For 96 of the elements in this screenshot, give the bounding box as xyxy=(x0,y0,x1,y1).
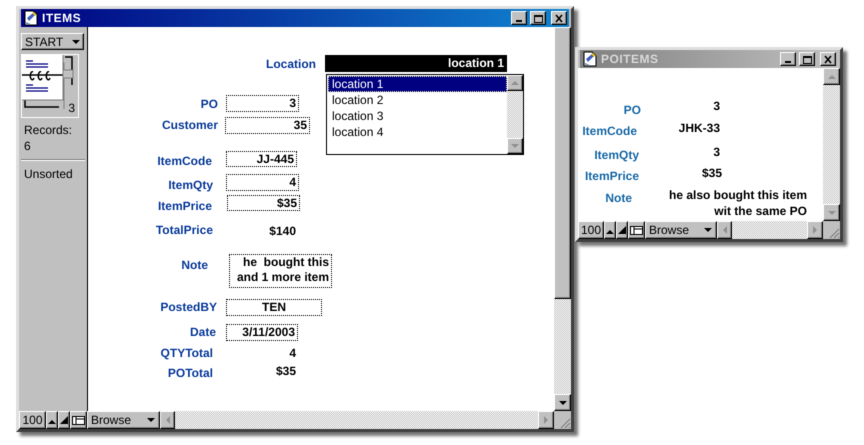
input-field[interactable]: 3/11/2003 xyxy=(226,324,298,341)
scroll-down-button[interactable] xyxy=(507,138,523,154)
maximize-icon xyxy=(802,54,812,64)
input-field[interactable]: TEN xyxy=(226,299,322,316)
input-field[interactable]: he bought this and 1 more item xyxy=(229,254,332,288)
scroll-left-button[interactable] xyxy=(160,411,175,429)
value-text: 4 xyxy=(288,345,297,361)
minimize-icon xyxy=(785,61,791,63)
minimize-button[interactable] xyxy=(780,52,796,66)
mode-dropdown[interactable]: Browse xyxy=(645,221,717,239)
sort-status: Unsorted xyxy=(24,167,74,181)
field-label: ItemQty xyxy=(168,177,213,193)
up-arrow-icon xyxy=(828,74,836,78)
scroll-up-button[interactable] xyxy=(507,75,523,91)
list-option[interactable]: location 4 xyxy=(328,124,507,140)
scroll-up-button[interactable] xyxy=(823,68,840,85)
window-title: ITEMS xyxy=(42,11,82,25)
scroll-left-button[interactable] xyxy=(717,221,732,239)
location-field[interactable]: location 1 xyxy=(325,55,507,72)
down-arrow-icon xyxy=(511,144,519,148)
value-text: 3 xyxy=(712,144,721,160)
field-label: PO xyxy=(624,102,641,118)
minimize-icon xyxy=(516,20,522,22)
up-arrow-icon xyxy=(511,81,519,85)
mode-dropdown[interactable]: Browse xyxy=(87,411,160,429)
window-icon xyxy=(630,225,643,235)
scroll-right-button[interactable] xyxy=(807,221,823,239)
scroll-down-button[interactable] xyxy=(554,394,571,411)
field-label: ItemCode xyxy=(157,153,212,169)
value-text: 3 xyxy=(712,98,721,114)
field-label: Note xyxy=(605,190,632,206)
status-area-button[interactable] xyxy=(628,221,645,239)
field-label: ItemQty xyxy=(594,147,639,163)
minimize-button[interactable] xyxy=(511,11,527,25)
window-title: POITEMS xyxy=(601,52,660,66)
scroll-thumb[interactable] xyxy=(554,27,571,299)
input-field[interactable]: 35 xyxy=(225,117,310,134)
window-icon xyxy=(72,415,85,425)
maximize-button[interactable] xyxy=(799,52,815,66)
maximize-button[interactable] xyxy=(530,11,546,25)
value-text: he also bought this item wit the same PO xyxy=(668,187,808,219)
zoom-button[interactable]: 100 xyxy=(19,411,46,429)
close-button[interactable] xyxy=(551,11,567,25)
close-icon xyxy=(554,14,564,22)
value-text: JHK-33 xyxy=(678,120,721,136)
caret-icon xyxy=(704,228,712,232)
scroll-right-button[interactable] xyxy=(538,411,554,429)
maximize-icon xyxy=(533,14,543,22)
field-label: Customer xyxy=(162,117,218,133)
caret-icon xyxy=(147,418,155,422)
large-mountain-icon xyxy=(59,415,69,425)
resize-grip-icon[interactable] xyxy=(559,417,571,429)
list-option[interactable]: location 3 xyxy=(328,108,507,124)
field-label: PO xyxy=(200,96,218,112)
value-text: $35 xyxy=(700,165,723,181)
field-label: Location xyxy=(266,56,316,72)
field-label: POTotal xyxy=(168,365,213,381)
value-text: $35 xyxy=(274,363,297,379)
zoom-in-button[interactable] xyxy=(58,411,70,429)
field-label: QTYTotal xyxy=(160,345,213,361)
list-option[interactable]: location 1 xyxy=(328,76,507,92)
input-field[interactable]: $35 xyxy=(227,195,300,211)
zoom-button[interactable]: 100 xyxy=(578,221,604,239)
zoom-out-button[interactable] xyxy=(46,411,58,429)
field-label: ItemPrice xyxy=(158,198,212,214)
close-icon xyxy=(823,54,833,64)
scroll-down-button[interactable] xyxy=(823,204,840,221)
layout-dropdown[interactable]: START xyxy=(21,33,84,50)
large-mountain-icon xyxy=(617,225,627,235)
right-arrow-icon xyxy=(544,416,548,424)
status-area-button[interactable] xyxy=(70,411,87,429)
field-label: TotalPrice xyxy=(156,222,213,238)
down-arrow-icon xyxy=(558,400,566,404)
down-arrow-icon xyxy=(828,210,836,214)
records-count: 6 xyxy=(24,138,32,154)
input-field[interactable]: 3 xyxy=(226,95,299,112)
left-arrow-icon xyxy=(722,226,726,234)
document-icon xyxy=(23,10,39,26)
right-arrow-icon xyxy=(813,226,817,234)
input-field[interactable]: 4 xyxy=(226,174,299,191)
field-label: PostedBY xyxy=(160,299,217,315)
value-text: $140 xyxy=(268,223,297,239)
record-number: 3 xyxy=(68,101,75,115)
caret-icon xyxy=(72,40,80,44)
zoom-in-button[interactable] xyxy=(616,221,628,239)
field-label: ItemCode xyxy=(582,123,637,139)
field-label: ItemPrice xyxy=(584,168,639,184)
field-label: Date xyxy=(190,324,216,340)
records-label: Records: xyxy=(24,122,74,138)
field-label: Note xyxy=(181,257,208,273)
zoom-out-button[interactable] xyxy=(604,221,616,239)
close-button[interactable] xyxy=(820,52,836,66)
list-option[interactable]: location 2 xyxy=(328,92,507,108)
left-arrow-icon xyxy=(166,416,170,424)
resize-grip-icon[interactable] xyxy=(828,227,840,239)
input-field[interactable]: JJ-445 xyxy=(226,151,297,167)
